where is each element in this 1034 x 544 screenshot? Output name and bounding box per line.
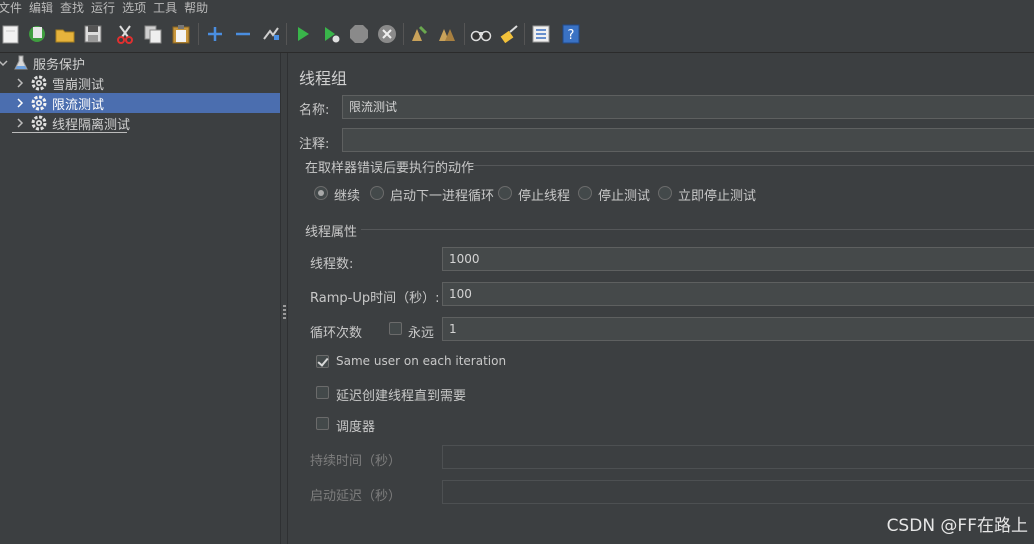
comment-label: 注释: (299, 137, 330, 152)
scheduler-label: 调度器 (336, 420, 376, 435)
radio-continue[interactable] (314, 186, 328, 200)
page-title: 线程组 (299, 69, 348, 88)
error-action-title: 在取样器错误后要执行的动作 (305, 161, 475, 176)
tree-item-rate-limit-test[interactable]: 限流测试 (0, 93, 280, 113)
new-icon[interactable] (0, 23, 22, 45)
loop-label: 循环次数 (310, 326, 363, 341)
help-icon[interactable]: ? (560, 23, 582, 45)
startup-delay-label: 启动延迟（秒） (310, 489, 402, 504)
duration-label: 持续时间（秒） (310, 454, 402, 469)
paste-icon[interactable] (170, 23, 192, 45)
search-icon[interactable] (470, 23, 492, 45)
thread-props-title: 线程属性 (305, 225, 358, 240)
collapse-icon[interactable] (232, 23, 254, 45)
threads-input[interactable]: 1000 (442, 247, 1034, 271)
clear-all-icon[interactable] (436, 23, 458, 45)
menu-search[interactable]: 查找 (58, 0, 89, 16)
open-icon[interactable] (54, 23, 76, 45)
delay-thread-creation-checkbox[interactable] (316, 386, 329, 399)
menu-tools[interactable]: 工具 (151, 0, 182, 16)
svg-text:?: ? (568, 28, 575, 43)
radio-continue-label: 继续 (334, 189, 361, 204)
save-icon[interactable] (82, 23, 104, 45)
delay-thread-creation-label: 延迟创建线程直到需要 (336, 389, 467, 404)
clear-icon[interactable] (408, 23, 430, 45)
templates-icon[interactable] (26, 23, 48, 45)
menu-file[interactable]: 文件 (0, 0, 27, 16)
comment-input[interactable] (342, 128, 1034, 152)
menu-edit[interactable]: 编辑 (27, 0, 58, 16)
start-no-pause-icon[interactable] (320, 23, 342, 45)
test-plan-tree: 服务保护 雪崩测试 限流测试 线程隔离测试 (0, 53, 280, 544)
radio-stop-test[interactable] (578, 186, 592, 200)
tree-item-label: 雪崩测试 (52, 77, 105, 93)
radio-stop-thread-label: 停止线程 (518, 189, 571, 204)
startup-delay-input[interactable] (442, 480, 1034, 504)
tree-item-label: 线程隔离测试 (52, 117, 131, 133)
toggle-icon[interactable] (260, 23, 282, 45)
chevron-right-icon[interactable] (14, 117, 26, 129)
name-input[interactable]: 限流测试 (342, 95, 1034, 119)
expand-icon[interactable] (204, 23, 226, 45)
panel-splitter[interactable] (280, 53, 288, 544)
copy-icon[interactable] (142, 23, 164, 45)
tree-root-label: 服务保护 (33, 57, 86, 73)
radio-stop-thread[interactable] (498, 186, 512, 200)
scheduler-checkbox[interactable] (316, 417, 329, 430)
watermark: CSDN @FF在路上 (886, 516, 1028, 536)
same-user-checkbox[interactable] (316, 355, 329, 368)
menu-run[interactable]: 运行 (89, 0, 120, 16)
thread-group-panel: 线程组 名称: 限流测试 注释: 在取样器错误后要执行的动作 继续 启动下一进程… (289, 53, 1034, 544)
rampup-input[interactable]: 100 (442, 282, 1034, 306)
radio-start-next-loop-label: 启动下一进程循环 (390, 189, 495, 204)
loop-count-input[interactable]: 1 (442, 317, 1034, 341)
radio-stop-test-label: 停止测试 (598, 189, 651, 204)
forever-label: 永远 (408, 326, 435, 341)
tree-root[interactable]: 服务保护 (0, 53, 280, 73)
thread-group-gear-icon (31, 115, 47, 131)
duration-input[interactable] (442, 445, 1034, 469)
threads-label: 线程数: (310, 257, 354, 272)
tree-item-avalanche-test[interactable]: 雪崩测试 (0, 73, 280, 93)
menu-bar: 文件 编辑 查找 运行 选项 工具 帮助 (0, 0, 1034, 16)
forever-checkbox[interactable] (389, 322, 402, 335)
radio-stop-test-now-label: 立即停止测试 (678, 189, 757, 204)
cut-icon[interactable] (114, 23, 136, 45)
radio-start-next-loop[interactable] (370, 186, 384, 200)
thread-group-gear-icon (31, 95, 47, 111)
thread-group-gear-icon (31, 75, 47, 91)
test-plan-icon (14, 55, 28, 70)
chevron-right-icon[interactable] (14, 77, 26, 89)
toolbar: ? (0, 17, 1034, 53)
radio-stop-test-now[interactable] (658, 186, 672, 200)
shutdown-icon[interactable] (376, 23, 398, 45)
reset-search-icon[interactable] (498, 23, 520, 45)
same-user-label: Same user on each iteration (336, 354, 507, 368)
tree-drop-indicator (12, 132, 127, 133)
splitter-grip[interactable] (283, 305, 286, 319)
tree-item-thread-isolation-test[interactable]: 线程隔离测试 (0, 113, 280, 133)
tree-item-label: 限流测试 (52, 97, 105, 113)
start-icon[interactable] (292, 23, 314, 45)
menu-options[interactable]: 选项 (120, 0, 151, 16)
menu-help[interactable]: 帮助 (182, 0, 213, 16)
name-label: 名称: (299, 103, 330, 118)
function-helper-icon[interactable] (530, 23, 552, 45)
rampup-label: Ramp-Up时间（秒）: (310, 291, 440, 306)
stop-icon[interactable] (348, 23, 370, 45)
chevron-right-icon[interactable] (14, 97, 26, 109)
chevron-down-icon[interactable] (0, 57, 9, 69)
